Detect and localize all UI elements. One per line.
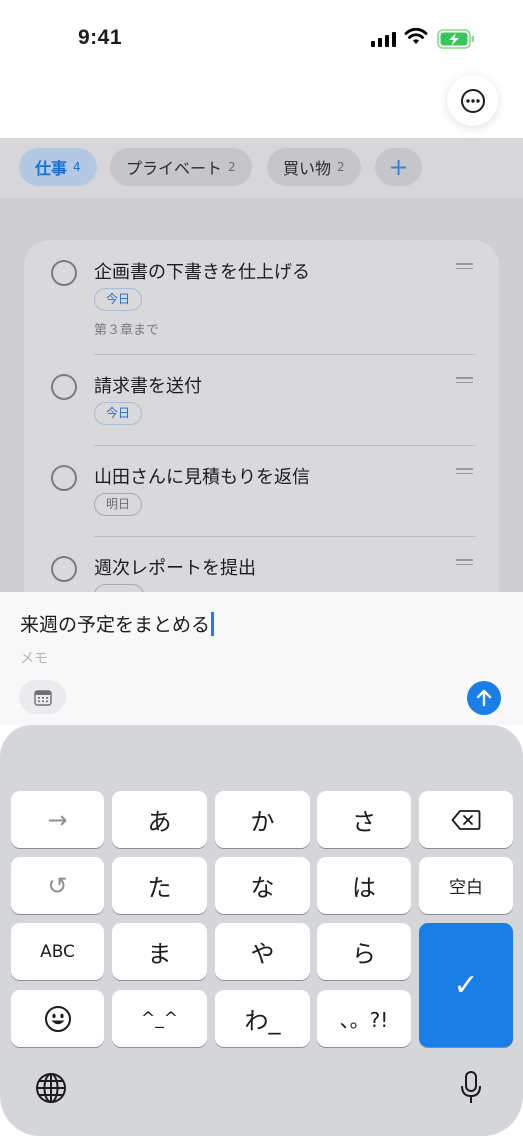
globe-icon	[36, 1073, 66, 1103]
task-title: 山田さんに見積もりを返信	[94, 467, 310, 488]
checkbox[interactable]	[51, 465, 77, 491]
cellular-signal-icon	[371, 31, 396, 47]
due-chip: 今日	[94, 402, 143, 425]
checkbox[interactable]	[51, 260, 77, 286]
drag-handle-icon[interactable]	[456, 377, 473, 386]
battery-charging-icon	[437, 29, 474, 49]
drag-handle-icon[interactable]	[456, 468, 473, 477]
plus-icon: +	[388, 153, 409, 181]
memo-input[interactable]: メモ	[20, 648, 48, 668]
tab-private[interactable]: プライベート 2	[110, 148, 252, 186]
send-button[interactable]	[467, 681, 501, 715]
key-kaomoji[interactable]: ^_^	[112, 990, 207, 1047]
key-undo[interactable]: ↺	[11, 857, 104, 914]
delete-left-icon	[451, 809, 481, 830]
add-list-button[interactable]: +	[375, 148, 422, 186]
checkbox[interactable]	[51, 374, 77, 400]
task-memo: 第３章まで	[94, 323, 160, 338]
task-title: 企画書の下書きを仕上げる	[94, 262, 310, 283]
arrow-up-icon	[476, 689, 492, 707]
divider	[94, 354, 476, 355]
undo-icon: ↺	[47, 871, 68, 900]
divider	[94, 536, 476, 537]
status-bar: 9:41	[0, 0, 523, 80]
tab-count: 4	[73, 160, 81, 174]
wifi-icon	[404, 27, 428, 44]
drag-handle-icon[interactable]	[456, 263, 473, 272]
key-ka[interactable]: か	[215, 791, 310, 848]
smiley-icon	[44, 1005, 71, 1032]
flick-keyboard: → あ か さ ↺ た な は 空白 ABC ま や ら ✓ ^_^ わ_ 、。…	[0, 725, 523, 1136]
due-chip: 今日	[94, 288, 143, 311]
divider	[94, 445, 476, 446]
tab-label: 買い物	[283, 159, 332, 178]
globe-button[interactable]	[33, 1070, 69, 1106]
ellipsis-circle-icon	[460, 88, 485, 113]
new-task-title-input[interactable]: 来週の予定をまとめる	[20, 610, 214, 637]
key-ta[interactable]: た	[112, 857, 207, 914]
task-list-card: 企画書の下書きを仕上げる 今日 第３章まで 請求書を送付 今日 山田さんに見積も…	[24, 240, 499, 593]
task-title: 週次レポートを提出	[94, 558, 256, 579]
calendar-icon	[33, 689, 52, 706]
tab-count: 2	[337, 160, 345, 174]
key-a[interactable]: あ	[112, 791, 207, 848]
checkmark-icon: ✓	[453, 967, 479, 1003]
dictation-button[interactable]	[455, 1068, 487, 1108]
drag-handle-icon[interactable]	[456, 559, 473, 568]
header-area	[0, 80, 523, 138]
checkbox[interactable]	[51, 556, 77, 582]
key-ha[interactable]: は	[317, 857, 411, 914]
key-backspace[interactable]	[419, 791, 513, 848]
key-na[interactable]: な	[215, 857, 310, 914]
microphone-icon	[461, 1071, 481, 1103]
dimmed-content: 仕事 4 プライベート 2 買い物 2 + 企画書の下書きを仕上げる 今日 第３…	[0, 138, 523, 593]
tab-count: 2	[228, 160, 236, 174]
status-time: 9:41	[78, 26, 123, 49]
tab-work[interactable]: 仕事 4	[19, 148, 97, 186]
key-emoji[interactable]	[11, 990, 104, 1047]
tab-label: 仕事	[35, 159, 68, 178]
key-confirm[interactable]: ✓	[419, 923, 513, 1047]
text-caret	[211, 611, 214, 636]
tab-shopping[interactable]: 買い物 2	[267, 148, 361, 186]
due-chip: 明日	[94, 493, 143, 516]
task-title: 請求書を送付	[94, 376, 202, 397]
key-abc[interactable]: ABC	[11, 923, 104, 980]
due-date-button[interactable]	[19, 680, 66, 714]
more-options-button[interactable]	[447, 75, 498, 126]
key-punctuation[interactable]: 、。?!	[317, 990, 411, 1047]
key-sa[interactable]: さ	[317, 791, 411, 848]
new-task-title-value: 来週の予定をまとめる	[20, 614, 211, 636]
key-ma[interactable]: ま	[112, 923, 207, 980]
key-space[interactable]: 空白	[419, 857, 513, 914]
list-tabs: 仕事 4 プライベート 2 買い物 2 +	[0, 138, 523, 198]
new-task-composer: 来週の予定をまとめる メモ	[0, 592, 523, 725]
key-wa[interactable]: わ_	[215, 990, 310, 1047]
tab-label: プライベート	[126, 159, 223, 178]
key-next-arrow[interactable]: →	[11, 791, 104, 848]
key-ra[interactable]: ら	[317, 923, 411, 980]
key-ya[interactable]: や	[215, 923, 310, 980]
